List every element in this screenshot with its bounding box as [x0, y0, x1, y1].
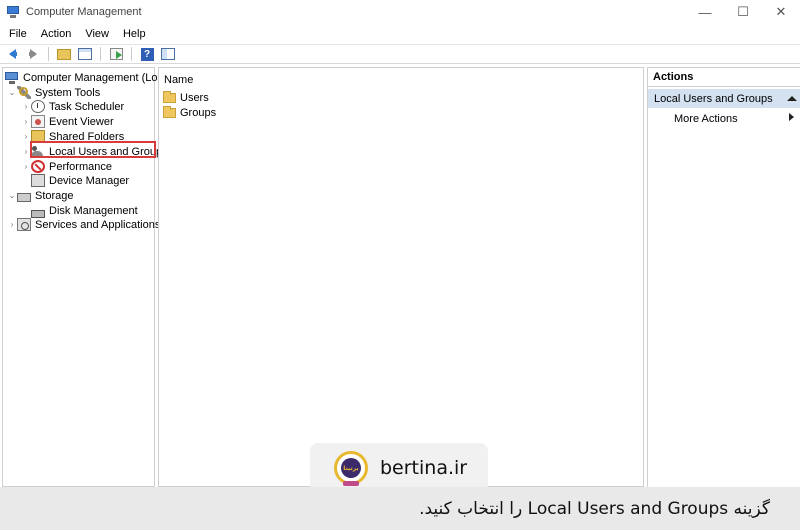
toolbar-separator: [131, 47, 132, 61]
export-list-button[interactable]: [107, 46, 125, 62]
menu-action[interactable]: Action: [34, 28, 79, 40]
caption-text: گزینه Local Users and Groups را انتخاب ک…: [419, 498, 770, 519]
actions-title: Actions: [648, 68, 800, 87]
bertina-logo-icon: برتینا: [334, 451, 368, 486]
column-header-name[interactable]: Name: [164, 74, 193, 86]
performance-icon: [31, 160, 45, 173]
collapse-arrow-icon[interactable]: [787, 96, 797, 101]
help-button[interactable]: ?: [138, 46, 156, 62]
tree-item-label: Computer Management (Local): [23, 71, 176, 84]
list-item-groups[interactable]: Groups: [163, 105, 216, 120]
up-one-level-button[interactable]: [55, 46, 73, 62]
watermark-badge: برتینا bertina.ir: [310, 443, 488, 493]
toolbar: ?: [0, 44, 800, 64]
close-button[interactable]: ✕: [762, 0, 800, 24]
back-arrow-icon: [8, 49, 17, 59]
chevron-right-icon[interactable]: ›: [21, 102, 31, 111]
up-folder-icon: [57, 48, 71, 60]
more-actions-item[interactable]: More Actions: [674, 111, 738, 126]
computer-management-icon: [6, 5, 20, 19]
chevron-right-icon[interactable]: ›: [21, 162, 31, 171]
instruction-caption: گزینه Local Users and Groups را انتخاب ک…: [0, 487, 800, 530]
tree-item-task-scheduler[interactable]: › Task Scheduler: [21, 99, 124, 114]
window-title: Computer Management: [26, 6, 142, 18]
tree-item-disk-management[interactable]: Disk Management: [31, 203, 138, 218]
show-hide-tree-icon: [78, 48, 92, 60]
logo-tag: [343, 481, 359, 486]
services-icon: [17, 218, 31, 231]
action-pane-icon: [161, 48, 175, 60]
menu-bar: File Action View Help: [0, 26, 800, 42]
chevron-down-icon[interactable]: ⌄: [7, 88, 17, 97]
storage-icon: [17, 193, 31, 202]
toolbar-separator: [100, 47, 101, 61]
maximize-button[interactable]: ☐: [724, 0, 762, 24]
list-item-users[interactable]: Users: [163, 90, 209, 105]
actions-pane: Actions Local Users and Groups More Acti…: [647, 67, 800, 487]
menu-file[interactable]: File: [2, 28, 34, 40]
action-pane-button[interactable]: [159, 46, 177, 62]
list-item-label: Groups: [180, 106, 217, 119]
toolbar-separator: [48, 47, 49, 61]
chevron-right-icon[interactable]: ›: [7, 220, 17, 229]
back-button[interactable]: [3, 46, 21, 62]
tree-item-system-tools[interactable]: ⌄ System Tools: [7, 85, 100, 100]
tree-item-label: System Tools: [35, 86, 101, 99]
forward-button[interactable]: [24, 46, 42, 62]
menu-help[interactable]: Help: [116, 28, 153, 40]
menu-view[interactable]: View: [78, 28, 116, 40]
tree-item-label: Device Manager: [49, 174, 130, 187]
chevron-right-icon[interactable]: ›: [21, 132, 31, 141]
export-list-icon: [109, 48, 123, 60]
tree-item-label: Task Scheduler: [49, 100, 125, 113]
computer-icon: [5, 71, 19, 84]
show-hide-tree-button[interactable]: [76, 46, 94, 62]
title-bar: Computer Management — ☐ ✕: [0, 0, 800, 24]
folder-icon: [163, 90, 176, 103]
chevron-down-icon[interactable]: ⌄: [7, 191, 17, 200]
actions-section-local-users-and-groups[interactable]: Local Users and Groups: [648, 89, 800, 108]
clock-icon: [31, 100, 45, 113]
results-pane: Name Users Groups: [158, 67, 644, 487]
folder-icon: [163, 105, 176, 118]
chevron-right-icon[interactable]: ›: [21, 117, 31, 126]
console-tree-pane: Computer Management (Local) ⌄ System Too…: [2, 67, 175, 487]
tree-item-performance[interactable]: › Performance: [21, 159, 112, 174]
tree-item-storage[interactable]: ⌄ Storage: [7, 188, 74, 203]
selection-highlight-box: [30, 141, 156, 158]
tree-item-device-manager[interactable]: Device Manager: [31, 173, 129, 188]
tree-item-label: Services and Applications: [35, 218, 161, 231]
tree-item-label: Disk Management: [49, 204, 138, 217]
tree-item-label: Performance: [49, 160, 112, 173]
forward-arrow-icon: [28, 49, 37, 59]
tree-item-label: Storage: [35, 189, 74, 202]
tools-icon: [17, 86, 31, 99]
event-viewer-icon: [31, 115, 45, 128]
submenu-arrow-icon: [789, 113, 794, 121]
help-icon: ?: [140, 47, 154, 61]
tree-item-services-and-applications[interactable]: › Services and Applications: [7, 217, 160, 232]
minimize-button[interactable]: —: [686, 0, 724, 24]
tree-item-root[interactable]: Computer Management (Local): [5, 70, 175, 85]
tree-item-event-viewer[interactable]: › Event Viewer: [21, 114, 114, 129]
list-item-label: Users: [180, 91, 209, 104]
window-controls: — ☐ ✕: [686, 0, 800, 24]
brand-text: bertina.ir: [380, 457, 468, 479]
tree-item-label: Event Viewer: [49, 115, 114, 128]
actions-section-label: Local Users and Groups: [654, 92, 773, 105]
logo-glyph: برتینا: [341, 458, 361, 478]
device-manager-icon: [31, 174, 45, 187]
